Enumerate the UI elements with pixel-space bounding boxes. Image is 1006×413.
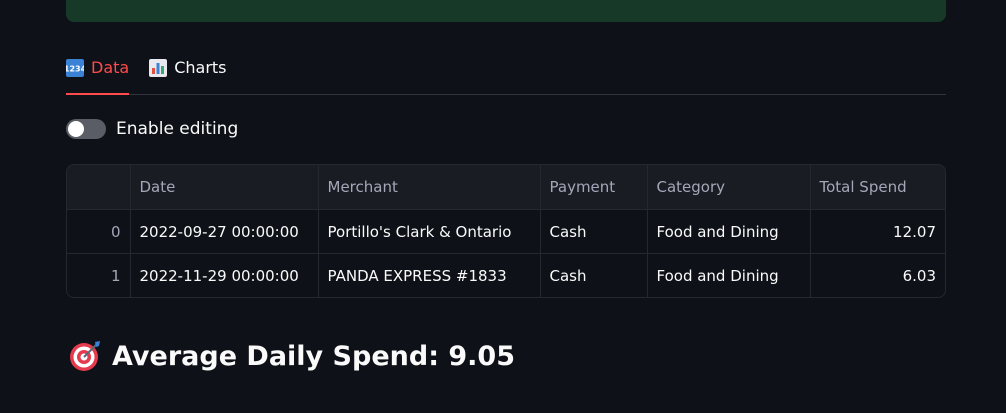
- tab-charts-label: Charts: [174, 58, 227, 77]
- data-table[interactable]: Date Merchant Payment Category Total Spe…: [66, 164, 946, 298]
- editing-toggle-row: Enable editing: [66, 116, 238, 142]
- toggle-knob: [68, 121, 84, 137]
- column-header-payment[interactable]: Payment: [540, 165, 648, 210]
- bar-chart-icon: [149, 59, 168, 77]
- app-page: 1234 Data Charts Enable editing Date Mer…: [0, 0, 1006, 413]
- category-cell[interactable]: Food and Dining: [647, 209, 811, 254]
- payment-cell[interactable]: Cash: [540, 253, 648, 297]
- row-index-cell[interactable]: 1: [67, 253, 131, 297]
- input-numbers-icon: 1234: [66, 59, 84, 77]
- average-daily-spend-heading: Average Daily Spend: 9.05: [68, 334, 515, 378]
- svg-text:1234: 1234: [66, 65, 84, 74]
- success-banner: [66, 0, 946, 22]
- tab-charts[interactable]: Charts: [149, 50, 227, 93]
- date-cell[interactable]: 2022-11-29 00:00:00: [130, 253, 319, 297]
- column-header-date[interactable]: Date: [130, 165, 319, 210]
- row-index-cell[interactable]: 0: [67, 209, 131, 254]
- column-header-merchant[interactable]: Merchant: [318, 165, 541, 210]
- category-cell[interactable]: Food and Dining: [647, 253, 811, 297]
- merchant-cell[interactable]: PANDA EXPRESS #1833: [318, 253, 541, 297]
- table-row: 1 2022-11-29 00:00:00 PANDA EXPRESS #183…: [67, 253, 945, 298]
- total-spend-cell[interactable]: 6.03: [810, 254, 945, 298]
- table-header-row: Date Merchant Payment Category Total Spe…: [67, 165, 945, 210]
- direct-hit-icon: [70, 341, 100, 371]
- total-spend-cell[interactable]: 12.07: [810, 209, 945, 254]
- merchant-cell[interactable]: Portillo's Clark & Ontario: [318, 209, 541, 254]
- tab-bar: 1234 Data Charts: [66, 50, 946, 95]
- payment-cell[interactable]: Cash: [540, 209, 648, 254]
- column-header-category[interactable]: Category: [647, 165, 811, 210]
- average-daily-spend-text: Average Daily Spend: 9.05: [112, 340, 516, 372]
- tab-data-label: Data: [91, 58, 130, 77]
- tab-data[interactable]: 1234 Data: [66, 50, 130, 95]
- column-header-total-spend[interactable]: Total Spend: [810, 165, 945, 210]
- table-row: 0 2022-09-27 00:00:00 Portillo's Clark &…: [67, 209, 945, 254]
- column-header-index[interactable]: [67, 165, 131, 210]
- enable-editing-toggle[interactable]: [66, 119, 106, 139]
- toggle-label: Enable editing: [116, 119, 239, 139]
- date-cell[interactable]: 2022-09-27 00:00:00: [130, 209, 319, 254]
